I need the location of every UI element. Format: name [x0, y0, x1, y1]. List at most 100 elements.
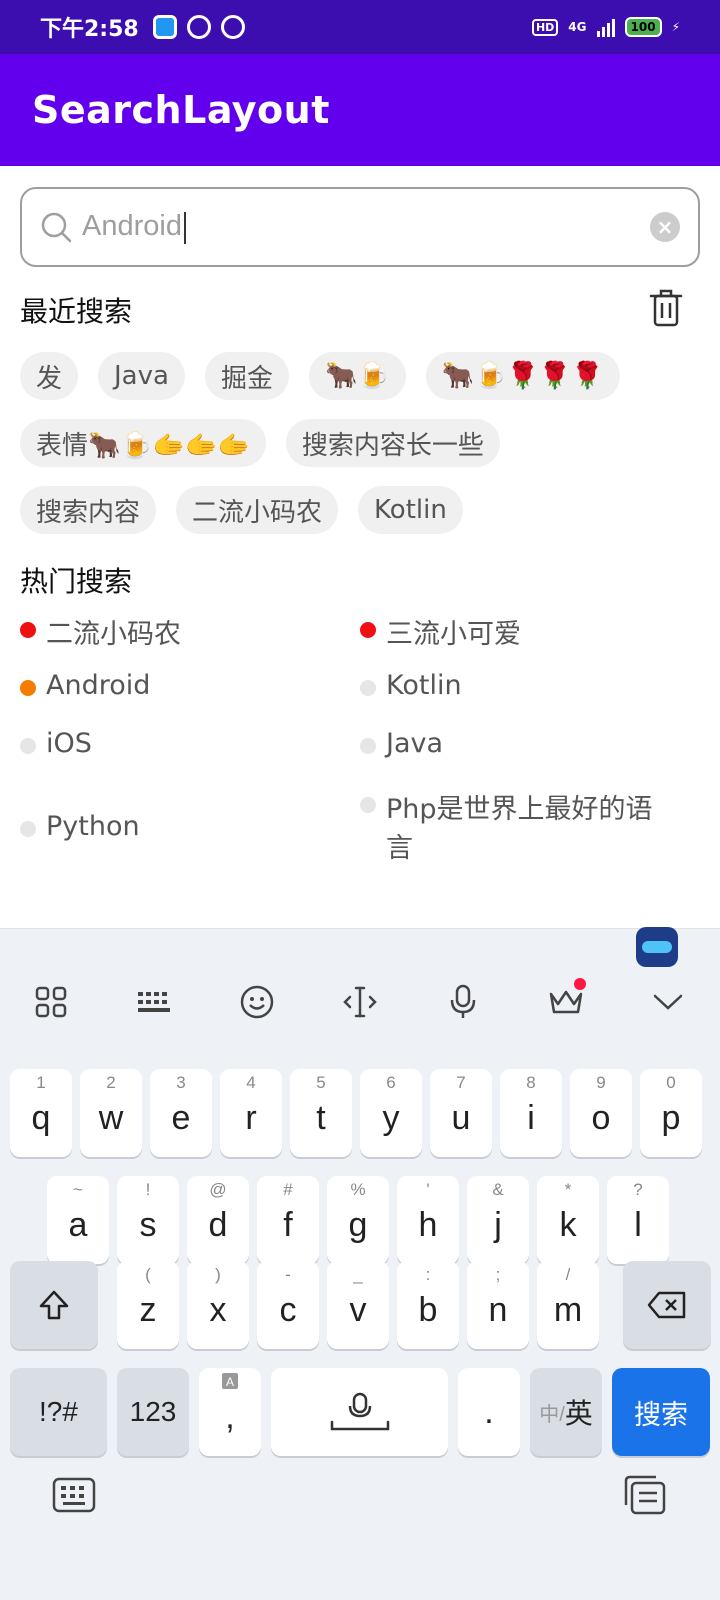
cursor-move-icon[interactable]	[340, 982, 380, 1022]
symbols-key[interactable]: !?#	[10, 1368, 107, 1456]
key-q[interactable]: 1q	[10, 1069, 72, 1157]
key-hint: 7	[456, 1073, 466, 1092]
key-x[interactable]: ) x	[187, 1261, 249, 1349]
key-w[interactable]: 2w	[80, 1069, 142, 1157]
rank-dot	[360, 738, 376, 754]
trash-icon[interactable]	[648, 288, 684, 328]
recent-tag[interactable]: 掘金	[204, 352, 289, 400]
hot-item[interactable]: Python	[20, 811, 360, 842]
key-i[interactable]: 8i	[500, 1069, 562, 1157]
recent-tag[interactable]: 发	[20, 352, 79, 400]
space-key[interactable]	[271, 1368, 448, 1456]
backspace-key[interactable]	[623, 1261, 711, 1349]
recent-tag[interactable]: 🐂🍺🌹🌹🌹	[425, 352, 620, 400]
key-c[interactable]: -c	[257, 1261, 319, 1349]
recent-tag[interactable]: Kotlin	[358, 486, 463, 534]
grid-apps-icon[interactable]	[31, 982, 71, 1022]
key-o[interactable]: 9o	[570, 1069, 632, 1157]
clear-icon[interactable]: ×	[650, 212, 680, 242]
keyboard-layout-icon[interactable]	[134, 982, 174, 1022]
key-a[interactable]: ~ a	[47, 1176, 109, 1264]
hot-item[interactable]: Android	[20, 670, 360, 728]
search-input[interactable]: Android	[82, 210, 650, 244]
key-label: w	[98, 1098, 124, 1137]
crown-icon[interactable]	[546, 978, 586, 1022]
key-label: p	[661, 1098, 681, 1137]
key-b[interactable]: :b	[397, 1261, 459, 1349]
key-n[interactable]: ; n	[467, 1261, 529, 1349]
recent-tag[interactable]: Java	[98, 352, 185, 400]
hot-item[interactable]: 二流小码农	[20, 612, 360, 670]
key-hint: 8	[526, 1073, 536, 1092]
key-label: e	[171, 1098, 191, 1137]
comma-key[interactable]: A ,	[199, 1368, 261, 1456]
shift-key[interactable]	[10, 1261, 98, 1349]
key-hint: !	[145, 1180, 151, 1199]
rank-dot	[360, 622, 376, 638]
recent-tag[interactable]: 搜索内容	[20, 486, 157, 534]
key-label: m	[553, 1290, 583, 1329]
hot-item[interactable]: Kotlin	[360, 670, 700, 728]
signal-icon	[596, 17, 615, 37]
key-hint: 3	[176, 1073, 186, 1092]
key-z[interactable]: (z	[117, 1261, 179, 1349]
key-k[interactable]: * k	[537, 1176, 599, 1264]
sync-icon-2	[220, 15, 245, 39]
rank-dot	[20, 622, 36, 638]
key-l[interactable]: ? l	[607, 1176, 669, 1264]
key-s[interactable]: ! s	[117, 1176, 179, 1264]
emoji-icon[interactable]	[237, 982, 277, 1022]
rank-dot	[20, 738, 36, 754]
key-hint: ~	[73, 1180, 83, 1199]
key-d[interactable]: @ d	[187, 1176, 249, 1264]
microphone-icon[interactable]	[443, 982, 483, 1022]
comma-label: ,	[225, 1397, 235, 1436]
search-box[interactable]: Android ×	[20, 187, 700, 267]
key-m[interactable]: / m	[537, 1261, 599, 1349]
language-switch-key[interactable]: 中/英	[530, 1368, 602, 1456]
key-p[interactable]: 0p	[640, 1069, 702, 1157]
key-label: s	[139, 1205, 157, 1244]
lang-en-label: 英	[564, 1398, 593, 1429]
key-label: t	[316, 1098, 326, 1137]
clipboard-icon[interactable]	[624, 1475, 666, 1519]
chevron-down-icon[interactable]	[648, 982, 688, 1022]
key-label: y	[382, 1098, 400, 1137]
key-hint: &	[492, 1180, 504, 1199]
numbers-key[interactable]: 123	[117, 1368, 189, 1456]
key-h[interactable]: ' h	[397, 1176, 459, 1264]
key-y[interactable]: 6y	[360, 1069, 422, 1157]
rank-dot	[360, 680, 376, 696]
key-label: x	[209, 1290, 227, 1329]
hot-row: iOS Java	[20, 728, 710, 786]
key-r[interactable]: 4r	[220, 1069, 282, 1157]
rank-dot	[20, 820, 36, 837]
app-notification-icon	[152, 15, 177, 39]
key-hint: )	[215, 1265, 221, 1284]
assistant-robot-icon[interactable]	[636, 927, 678, 967]
key-label: k	[559, 1205, 577, 1244]
svg-text:A: A	[226, 1375, 234, 1389]
recent-tag[interactable]: 🐂🍺	[308, 352, 406, 400]
key-g[interactable]: % g	[327, 1176, 389, 1264]
key-label: d	[208, 1205, 228, 1244]
key-f[interactable]: # f	[257, 1176, 319, 1264]
recent-tag[interactable]: 搜索内容长一些	[285, 419, 500, 467]
key-j[interactable]: & j	[467, 1176, 529, 1264]
hot-item[interactable]: iOS	[20, 728, 360, 786]
hot-item[interactable]: 三流小可爱	[360, 612, 700, 670]
key-t[interactable]: 5t	[290, 1069, 352, 1157]
hot-item[interactable]: Php是世界上最好的语言	[360, 787, 660, 865]
hot-item[interactable]: Java	[360, 728, 700, 786]
search-action-key[interactable]: 搜索	[612, 1368, 710, 1456]
recent-tag[interactable]: 二流小码农	[176, 486, 339, 534]
key-e[interactable]: 3e	[150, 1069, 212, 1157]
period-key[interactable]: .	[458, 1368, 520, 1456]
key-u[interactable]: 7u	[430, 1069, 492, 1157]
notification-icons	[152, 15, 245, 39]
text-caret	[183, 211, 186, 244]
key-v[interactable]: _ v	[327, 1261, 389, 1349]
hide-keyboard-icon[interactable]	[52, 1477, 96, 1517]
recent-tag[interactable]: 表情🐂🍺🫱🫱🫱	[20, 419, 266, 467]
app-bar: SearchLayout	[0, 54, 720, 166]
